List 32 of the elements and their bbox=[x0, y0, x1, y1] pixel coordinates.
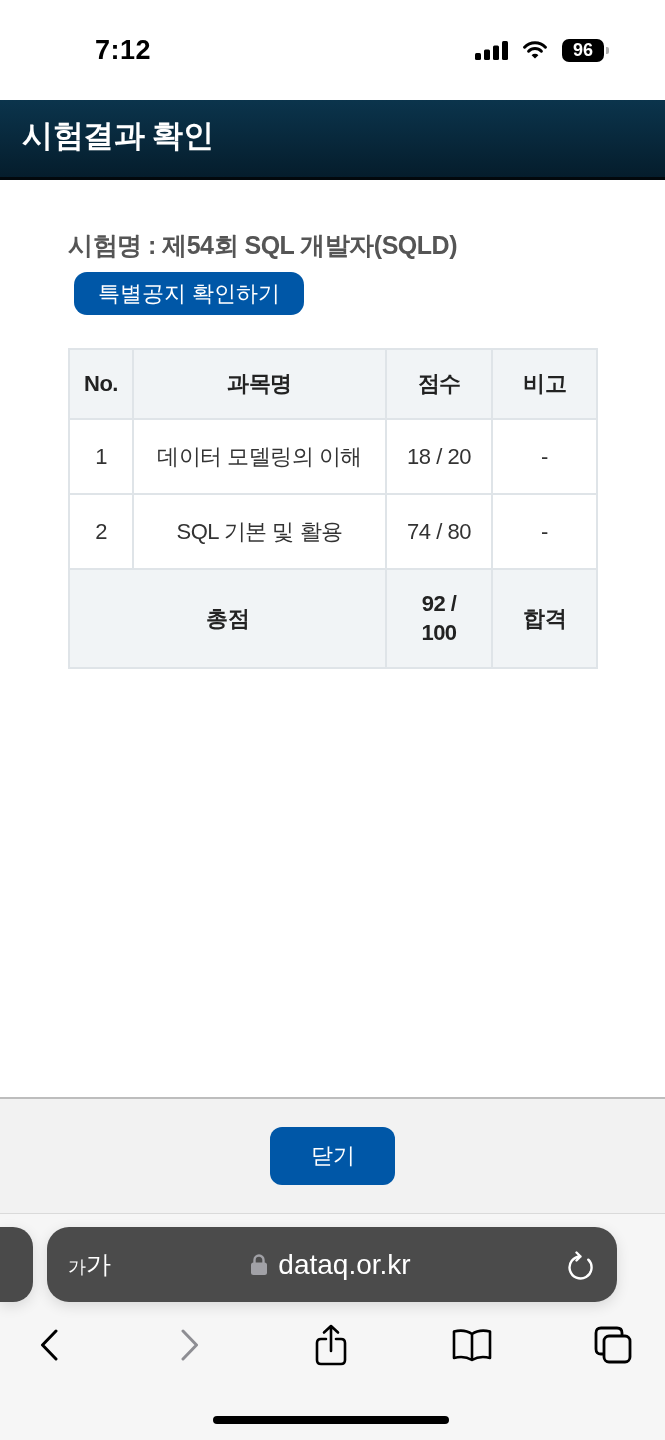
table-cell: 74 / 80 bbox=[387, 495, 491, 568]
table-cell: 92 / 100 bbox=[387, 570, 491, 667]
table-cell: 데이터 모델링의 이해 bbox=[134, 420, 385, 493]
column-header: 과목명 bbox=[134, 350, 385, 418]
overlapping-squares-icon[interactable] bbox=[594, 1326, 632, 1364]
table-cell: - bbox=[493, 420, 596, 493]
reload-icon[interactable] bbox=[567, 1248, 594, 1281]
notice-button[interactable]: 특별공지 확인하기 bbox=[74, 272, 305, 315]
address-bar[interactable]: 가가 dataq.or.kr bbox=[47, 1227, 617, 1302]
table-cell: 18 / 20 bbox=[387, 420, 491, 493]
previous-tab-card[interactable] bbox=[0, 1227, 33, 1302]
column-header: 비고 bbox=[493, 350, 596, 418]
chevron-left-icon[interactable] bbox=[40, 1329, 58, 1361]
url-text: dataq.or.kr bbox=[278, 1248, 411, 1281]
wifi-icon bbox=[523, 41, 547, 59]
book-icon[interactable] bbox=[452, 1328, 492, 1362]
exam-name: 시험명 : 제54회 SQL 개발자(SQLD) bbox=[68, 230, 457, 261]
table-cell: 합격 bbox=[493, 570, 596, 667]
column-header: No. bbox=[70, 350, 132, 418]
share-icon[interactable] bbox=[315, 1324, 347, 1366]
page-title: 시험결과 확인 bbox=[22, 116, 214, 155]
table-cell: 2 bbox=[70, 495, 132, 568]
table-cell: - bbox=[493, 495, 596, 568]
table-cell: 1 bbox=[70, 420, 132, 493]
table-cell: 총점 bbox=[70, 570, 385, 667]
signal-icon bbox=[475, 40, 508, 60]
lock-icon bbox=[251, 1254, 268, 1275]
close-button[interactable]: 닫기 bbox=[270, 1127, 395, 1185]
text-size-button[interactable]: 가가 bbox=[68, 1248, 111, 1281]
table-cell: SQL 기본 및 활용 bbox=[134, 495, 385, 568]
column-header: 점수 bbox=[387, 350, 491, 418]
clock-time: 7:12 bbox=[95, 34, 152, 66]
